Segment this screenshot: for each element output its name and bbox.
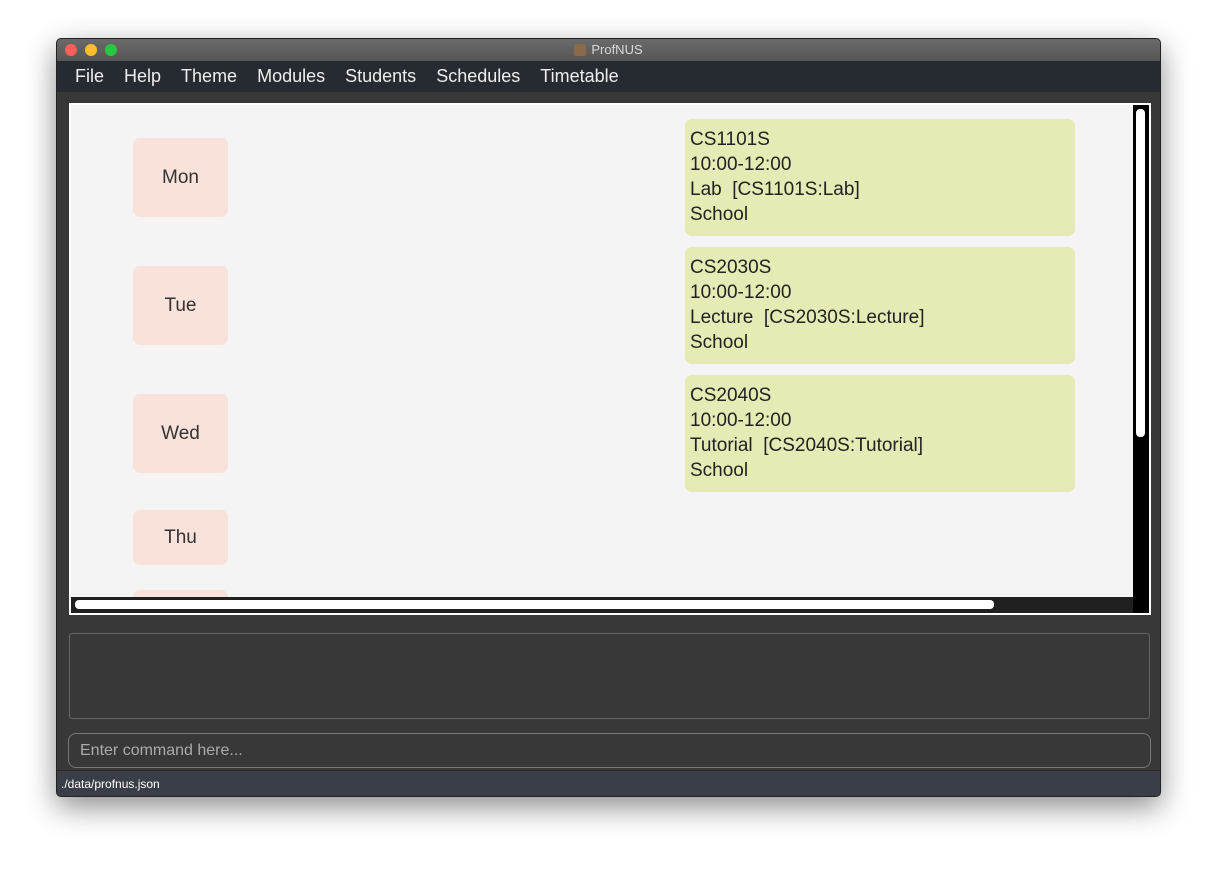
session-venue: School (690, 460, 749, 481)
app-icon (574, 44, 587, 56)
menu-bar: File Help Theme Modules Students Schedul… (57, 61, 1160, 92)
menu-theme[interactable]: Theme (171, 61, 247, 92)
session-module: CS1101S (690, 129, 770, 150)
horizontal-scrollbar[interactable] (71, 597, 1149, 613)
menu-file[interactable]: File (65, 61, 114, 92)
session-time: 10:00-12:00 (690, 154, 792, 175)
menu-students[interactable]: Students (335, 61, 426, 92)
timetable-panel: Mon Tue Wed Thu CS1101S 10:00-12:00 Lab … (69, 103, 1151, 615)
minimize-button[interactable] (85, 44, 97, 56)
window-title: ProfNUS (591, 42, 643, 57)
title-bar: ProfNUS (57, 39, 1160, 61)
session-venue: School (690, 332, 749, 353)
day-label: Thu (133, 510, 228, 565)
scrollbar-thumb[interactable] (1136, 109, 1145, 437)
day-label: Mon (133, 138, 228, 217)
session-type: Lab [CS1101S:Lab] (690, 179, 860, 200)
session-card[interactable]: CS2030S 10:00-12:00 Lecture [CS2030S:Lec… (685, 247, 1075, 364)
day-label: Tue (133, 266, 228, 345)
result-display (69, 633, 1150, 719)
session-type: Tutorial [CS2040S:Tutorial] (690, 435, 924, 456)
session-time: 10:00-12:00 (690, 282, 792, 303)
session-module: CS2030S (690, 257, 772, 278)
session-card[interactable]: CS2040S 10:00-12:00 Tutorial [CS2040S:Tu… (685, 375, 1075, 492)
menu-schedules[interactable]: Schedules (426, 61, 530, 92)
menu-modules[interactable]: Modules (247, 61, 335, 92)
session-venue: School (690, 204, 749, 225)
status-bar-path: ./data/profnus.json (57, 770, 1160, 796)
maximize-button[interactable] (105, 44, 117, 56)
command-input[interactable] (68, 733, 1151, 768)
scrollbar-thumb[interactable] (75, 600, 994, 609)
menu-help[interactable]: Help (114, 61, 171, 92)
session-type: Lecture [CS2030S:Lecture] (690, 307, 925, 328)
session-time: 10:00-12:00 (690, 410, 792, 431)
vertical-scrollbar[interactable] (1133, 105, 1149, 613)
session-module: CS2040S (690, 385, 772, 406)
menu-timetable[interactable]: Timetable (530, 61, 628, 92)
app-window: ProfNUS File Help Theme Modules Students… (56, 38, 1161, 797)
close-button[interactable] (65, 44, 77, 56)
day-label: Wed (133, 394, 228, 473)
session-card[interactable]: CS1101S 10:00-12:00 Lab [CS1101S:Lab] Sc… (685, 119, 1075, 236)
